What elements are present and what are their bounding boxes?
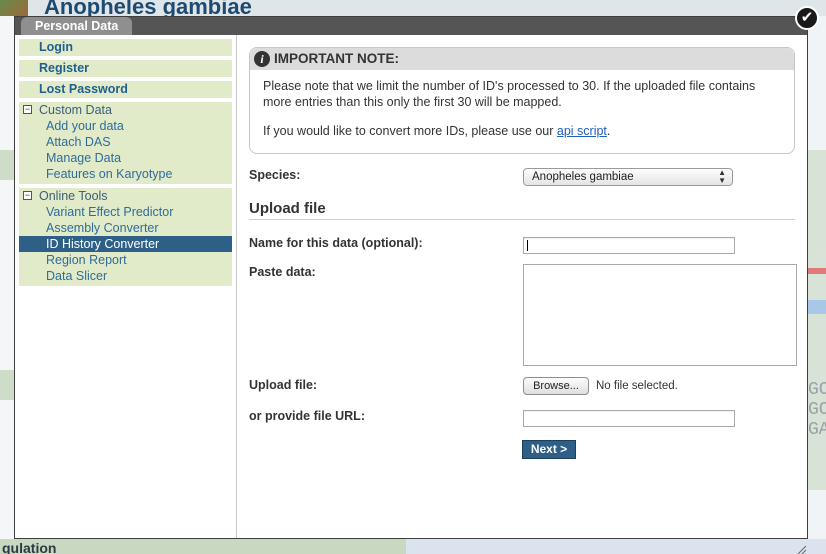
file-url-label: or provide file URL: [249,409,365,423]
sidebar-group-title: Custom Data [39,103,112,117]
background-bottom-right-band [406,539,826,554]
paste-data-textarea[interactable] [523,264,797,366]
sidebar-item-region-report[interactable]: Region Report [19,252,232,268]
close-icon[interactable]: ✔ [795,6,819,30]
sidebar-group-online-tools: − Online Tools Variant Effect Predictor … [19,188,232,286]
modal-tab-personal-data[interactable]: Personal Data [21,17,133,35]
species-label: Species: [249,168,301,182]
browse-button[interactable]: Browse... [523,377,589,395]
sidebar-link-login[interactable]: Login [19,39,232,56]
sidebar-item-assembly-converter[interactable]: Assembly Converter [19,220,232,236]
personal-data-modal: Personal Data ✔ Login Register Lost Pass… [14,6,819,554]
important-note-box: i IMPORTANT NOTE: Please note that we li… [249,47,795,154]
background-left-strip [0,16,14,554]
sidebar-item-add-your-data[interactable]: Add your data [19,118,232,134]
api-text-prefix: If you would like to convert more IDs, p… [263,124,557,138]
collapse-icon[interactable]: − [23,191,32,200]
sidebar-item-manage-data[interactable]: Manage Data [19,150,232,166]
background-bottom-left-band [0,539,406,554]
important-note-api-text: If you would like to convert more IDs, p… [263,123,783,139]
important-note-limit-text: Please note that we limit the number of … [263,79,756,109]
species-select[interactable]: Anopheles gambiae ▲ ▼ [523,168,733,186]
info-icon: i [254,51,270,67]
paste-data-label: Paste data: [249,265,316,279]
background-right-blue-bar [808,300,826,314]
upload-file-heading: Upload file [249,200,795,220]
upload-file-label: Upload file: [249,378,318,392]
sidebar-group-online-tools-header[interactable]: − Online Tools [19,188,232,204]
sidebar-item-data-slicer[interactable]: Data Slicer [19,268,232,284]
api-script-link[interactable]: api script [557,124,607,138]
background-right-red-bar [808,268,826,274]
species-select-value: Anopheles gambiae [532,171,634,183]
modal-sidebar: Login Register Lost Password − Custom Da… [15,35,237,538]
sidebar-group-custom-data: − Custom Data Add your data Attach DAS M… [19,102,232,184]
sidebar-link-lost-password[interactable]: Lost Password [19,81,232,98]
file-url-input[interactable] [523,410,735,427]
sidebar-item-id-history-converter[interactable]: ID History Converter [19,236,232,252]
text-caret [527,240,528,251]
background-sequence-letters: GC GC GA [808,380,826,440]
important-note-header: i IMPORTANT NOTE: [250,48,794,70]
background-logo [0,0,28,16]
background-left-panel [0,150,14,180]
resize-grip-icon[interactable] [795,544,807,554]
sidebar-link-register[interactable]: Register [19,60,232,77]
main-content: i IMPORTANT NOTE: Please note that we li… [237,35,807,538]
important-note-title: IMPORTANT NOTE: [274,51,399,66]
select-arrows-icon: ▲ ▼ [718,168,726,185]
modal-body: Login Register Lost Password − Custom Da… [15,35,807,554]
collapse-icon[interactable]: − [23,105,32,114]
sidebar-group-title: Online Tools [39,189,108,203]
sidebar-item-attach-das[interactable]: Attach DAS [19,134,232,150]
name-input[interactable] [523,237,735,254]
next-button[interactable]: Next > [522,440,576,459]
name-label: Name for this data (optional): [249,236,423,250]
api-text-suffix: . [606,124,611,138]
file-status-text: No file selected. [596,380,678,392]
sidebar-group-custom-data-header[interactable]: − Custom Data [19,102,232,118]
background-bottom-heading: gulation [2,540,57,554]
sidebar-item-variant-effect-predictor[interactable]: Variant Effect Predictor [19,204,232,220]
background-left-panel-2 [0,370,14,400]
sidebar-item-features-on-karyotype[interactable]: Features on Karyotype [19,166,232,182]
